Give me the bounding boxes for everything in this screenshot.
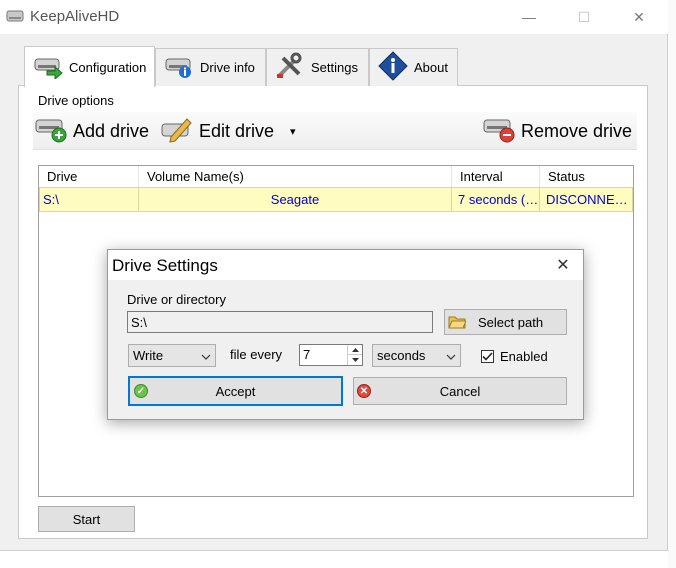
tools-icon <box>275 52 305 83</box>
file-every-label: file every <box>230 347 283 362</box>
table-cell-status: DISCONNE… <box>540 188 632 211</box>
tab-about[interactable]: About <box>369 48 458 86</box>
table-cell-volume-name: Seagate <box>139 188 452 211</box>
chevron-down-icon <box>446 348 456 363</box>
tab-label: Drive info <box>200 60 255 75</box>
minimize-button[interactable]: — <box>506 0 552 34</box>
stepper-down-icon[interactable] <box>347 355 362 365</box>
action-value: Write <box>133 348 164 363</box>
drive-info-icon <box>164 53 194 82</box>
add-drive-icon <box>35 115 67 148</box>
column-header-drive[interactable]: Drive <box>39 166 139 187</box>
cancel-label: Cancel <box>439 383 481 399</box>
action-select[interactable]: Write <box>128 344 216 367</box>
dialog-title: Drive Settings <box>112 256 218 275</box>
column-header-status[interactable]: Status <box>540 166 633 187</box>
drive-options-label: Drive options <box>38 93 114 108</box>
table-cell-drive: S:\ <box>40 188 139 211</box>
stepper-up-icon[interactable] <box>347 345 362 355</box>
column-header-volume-name[interactable]: Volume Name(s) <box>139 166 452 187</box>
tab-label: About <box>414 60 448 75</box>
tab-settings[interactable]: Settings <box>266 48 369 86</box>
start-button[interactable]: Start <box>38 506 135 532</box>
unit-value: seconds <box>377 348 426 363</box>
chevron-down-icon[interactable]: ▾ <box>290 125 296 138</box>
edit-drive-label: Edit drive <box>199 120 275 141</box>
enabled-label: Enabled <box>500 349 548 364</box>
drive-arrow-icon <box>33 53 63 82</box>
enabled-checkbox[interactable] <box>481 350 494 363</box>
app-icon <box>6 9 24 23</box>
tab-label: Configuration <box>69 59 147 75</box>
check-icon <box>482 352 493 361</box>
table-cell-interval: 7 seconds (… <box>452 188 540 211</box>
chevron-down-icon <box>201 348 211 363</box>
close-button[interactable]: ✕ <box>616 0 662 34</box>
background-window-edge <box>668 0 676 568</box>
path-input[interactable]: S:\ <box>127 311 433 333</box>
add-drive-label: Add drive <box>73 120 150 141</box>
accept-check-icon: ✓ <box>134 384 148 398</box>
info-icon <box>378 51 408 84</box>
path-label: Drive or directory <box>127 292 226 307</box>
interval-value: 7 <box>303 347 311 362</box>
cancel-x-icon: ✕ <box>357 384 371 398</box>
select-path-button[interactable]: Select path <box>444 309 567 335</box>
select-path-label: Select path <box>478 314 544 330</box>
remove-drive-icon <box>483 115 515 148</box>
unit-select[interactable]: seconds <box>372 344 461 367</box>
column-header-interval[interactable]: Interval <box>452 166 540 187</box>
folder-icon <box>448 315 466 329</box>
tab-drive-info[interactable]: Drive info <box>155 48 266 86</box>
remove-drive-button[interactable]: Remove drive <box>483 115 632 147</box>
interval-stepper[interactable]: 7 <box>299 344 363 366</box>
window-title: KeepAliveHD <box>30 8 120 25</box>
remove-drive-label: Remove drive <box>521 120 633 141</box>
accept-button[interactable]: ✓ Accept <box>128 376 343 406</box>
accept-label: Accept <box>215 383 256 399</box>
tab-configuration[interactable]: Configuration <box>24 46 155 87</box>
edit-drive-icon <box>161 115 193 148</box>
add-drive-button[interactable]: Add drive <box>35 115 149 147</box>
cancel-button[interactable]: ✕ Cancel <box>353 377 567 405</box>
edit-drive-button[interactable]: Edit drive ▾ <box>161 115 296 147</box>
dialog-close-button[interactable]: ✕ <box>548 250 578 280</box>
tab-label: Settings <box>311 60 358 75</box>
maximize-button[interactable]: ☐ <box>561 0 607 34</box>
